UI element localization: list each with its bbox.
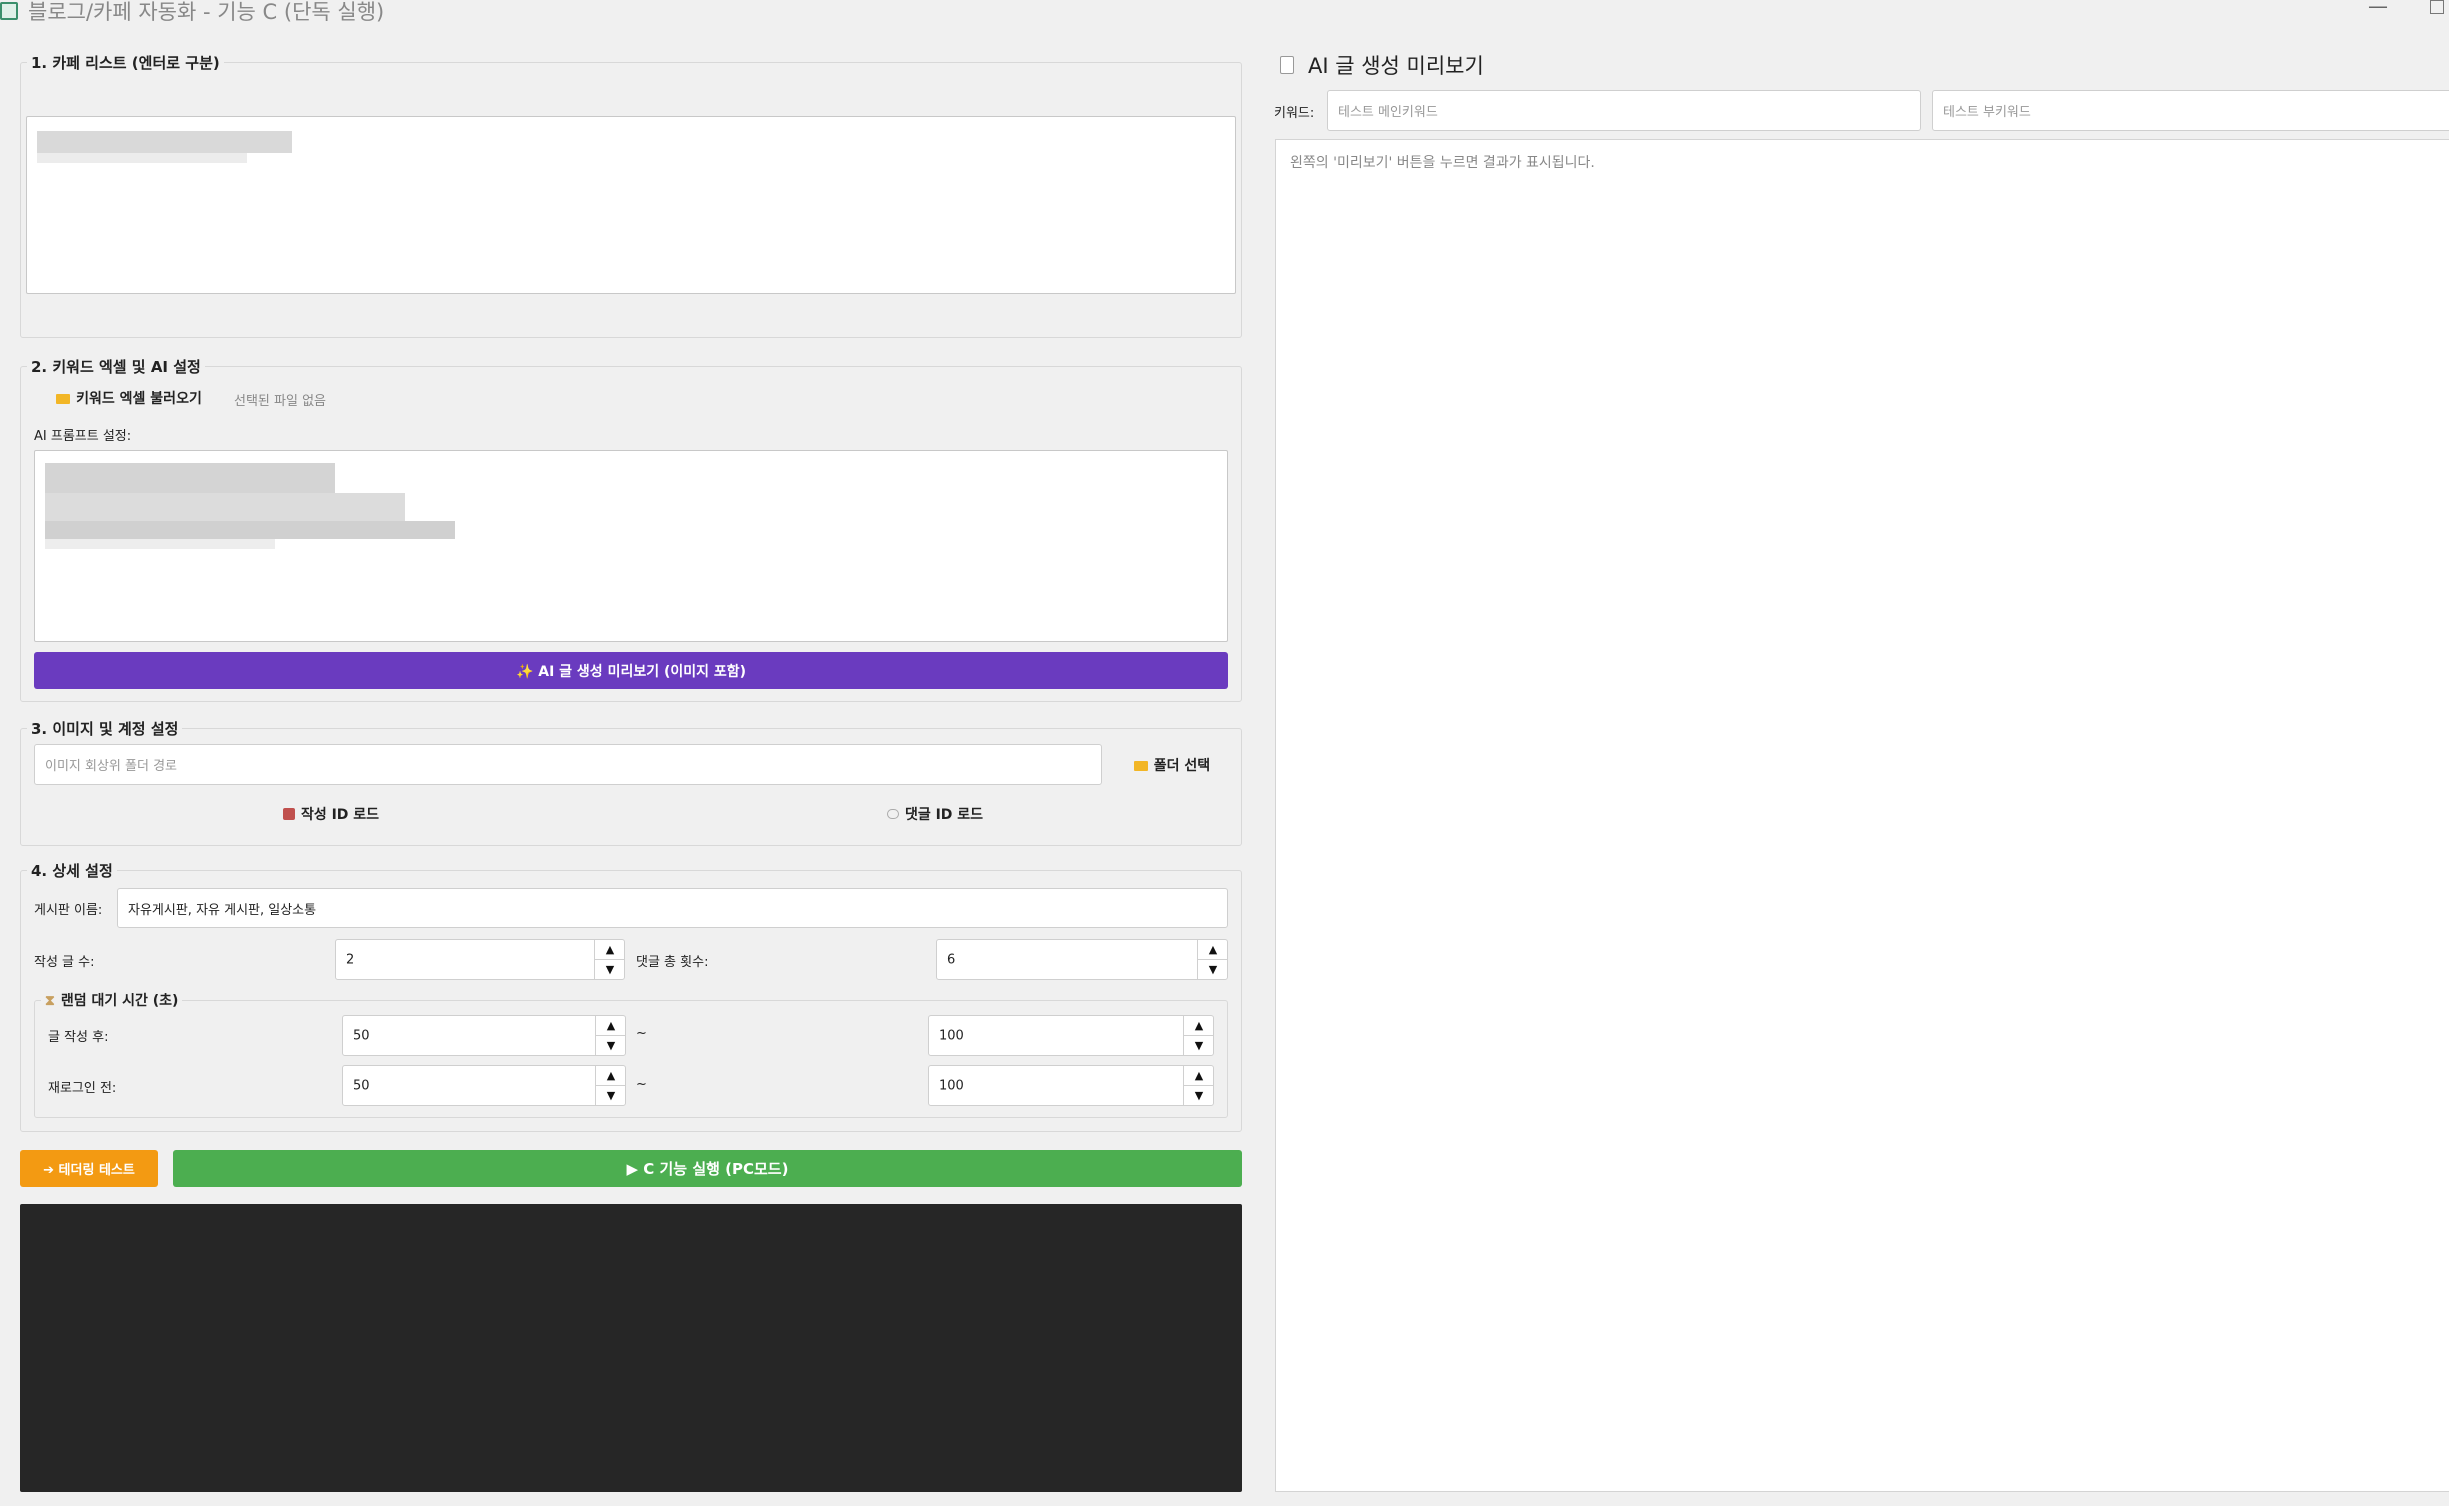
decrement-button[interactable]: ▼ — [1184, 1036, 1214, 1056]
folder-select-label: 폴더 선택 — [1153, 758, 1211, 774]
after-post-max-value: 100 — [939, 1028, 964, 1043]
increment-button[interactable]: ▲ — [596, 1016, 626, 1036]
log-console[interactable] — [20, 1204, 1242, 1492]
decrement-button[interactable]: ▼ — [596, 1086, 626, 1106]
comment-count-label: 댓글 총 횟수: — [636, 955, 709, 970]
relogin-max-spinbox[interactable]: 100 ▲ ▼ — [928, 1065, 1214, 1106]
keyword-ai-title: 2. 키워드 엑셀 및 AI 설정 — [27, 356, 205, 377]
writer-id-load-button[interactable]: 작성 ID 로드 — [276, 802, 386, 826]
random-wait-title: ⧗ 랜덤 대기 시간 (초) — [41, 990, 183, 1010]
post-count-value: 2 — [346, 952, 355, 967]
increment-button[interactable]: ▲ — [1184, 1016, 1214, 1036]
increment-button[interactable]: ▲ — [1198, 940, 1228, 960]
decrement-button[interactable]: ▼ — [595, 960, 625, 980]
after-post-max-spinbox[interactable]: 100 ▲ ▼ — [928, 1015, 1214, 1056]
after-post-label: 글 작성 후: — [48, 1030, 109, 1045]
file-status: 선택된 파일 없음 — [234, 394, 326, 409]
cafe-list-title: 1. 카페 리스트 (엔터로 구분) — [27, 52, 224, 73]
image-folder-input[interactable]: 이미지 회상위 폴더 경로 — [34, 744, 1102, 785]
increment-button[interactable]: ▲ — [1184, 1066, 1214, 1086]
range-tilde: ~ — [636, 1026, 647, 1041]
speech-bubble-icon — [886, 809, 899, 819]
memo-icon — [282, 808, 295, 820]
keyword-label: 키워드: — [1274, 106, 1315, 121]
load-excel-button[interactable]: 키워드 엑셀 불러오기 — [44, 386, 214, 410]
run-c-button[interactable]: ▶ C 기능 실행 (PC모드) — [173, 1150, 1242, 1187]
window-titlebar: 블로그/카페 자동화 - 기능 C (단독 실행) — — [0, 0, 2449, 24]
folder-icon — [56, 394, 71, 404]
preview-result-area[interactable]: 왼쪽의 '미리보기' 버튼을 누르면 결과가 표시됩니다. — [1275, 139, 2449, 1492]
hourglass-icon: ⧗ — [45, 993, 55, 1009]
after-post-min-spinbox[interactable]: 50 ▲ ▼ — [342, 1015, 626, 1056]
relogin-label: 재로그인 전: — [48, 1081, 117, 1096]
load-excel-label: 키워드 엑셀 불러오기 — [76, 391, 202, 407]
detail-settings-title: 4. 상세 설정 — [27, 860, 117, 881]
decrement-button[interactable]: ▼ — [1198, 960, 1228, 980]
decrement-button[interactable]: ▼ — [1184, 1086, 1214, 1106]
post-count-spinbox[interactable]: 2 ▲ ▼ — [335, 939, 625, 980]
comment-id-load-button[interactable]: 댓글 ID 로드 — [880, 802, 990, 826]
post-count-label: 작성 글 수: — [34, 955, 95, 970]
relogin-min-value: 50 — [353, 1078, 370, 1093]
preview-title: AI 글 생성 미리보기 — [1308, 54, 1484, 78]
folder-select-button[interactable]: 폴더 선택 — [1124, 752, 1220, 778]
comment-id-label: 댓글 ID 로드 — [904, 807, 984, 823]
ai-preview-button[interactable]: ✨ AI 글 생성 미리보기 (이미지 포함) — [34, 652, 1228, 689]
document-icon — [1280, 56, 1294, 74]
main-keyword-input[interactable]: 테스트 메인키워드 — [1327, 90, 1921, 131]
image-account-title: 3. 이미지 및 계정 설정 — [27, 718, 183, 739]
sub-keyword-input[interactable]: 테스트 부키워드 — [1932, 90, 2449, 131]
tethering-test-button[interactable]: ➔ 테더링 테스트 — [20, 1150, 158, 1187]
maximize-button[interactable] — [2430, 0, 2444, 14]
board-label: 게시판 이름: — [34, 903, 103, 918]
after-post-min-value: 50 — [353, 1028, 370, 1043]
comment-count-value: 6 — [947, 952, 956, 967]
folder-icon — [1133, 761, 1148, 771]
writer-id-label: 작성 ID 로드 — [300, 807, 380, 823]
prompt-label: AI 프롬프트 설정: — [34, 429, 132, 444]
comment-count-spinbox[interactable]: 6 ▲ ▼ — [936, 939, 1228, 980]
relogin-max-value: 100 — [939, 1078, 964, 1093]
cafe-list-textbox[interactable] — [26, 116, 1236, 294]
minimize-button[interactable]: — — [2368, 0, 2388, 18]
increment-button[interactable]: ▲ — [596, 1066, 626, 1086]
range-tilde: ~ — [636, 1077, 647, 1092]
app-icon — [0, 2, 18, 20]
relogin-min-spinbox[interactable]: 50 ▲ ▼ — [342, 1065, 626, 1106]
preview-placeholder: 왼쪽의 '미리보기' 버튼을 누르면 결과가 표시됩니다. — [1290, 155, 1595, 171]
window-title: 블로그/카페 자동화 - 기능 C (단독 실행) — [28, 0, 385, 24]
ai-prompt-textbox[interactable] — [34, 450, 1228, 642]
board-name-input[interactable]: 자유게시판, 자유 게시판, 일상소통 — [117, 888, 1228, 928]
decrement-button[interactable]: ▼ — [596, 1036, 626, 1056]
increment-button[interactable]: ▲ — [595, 940, 625, 960]
